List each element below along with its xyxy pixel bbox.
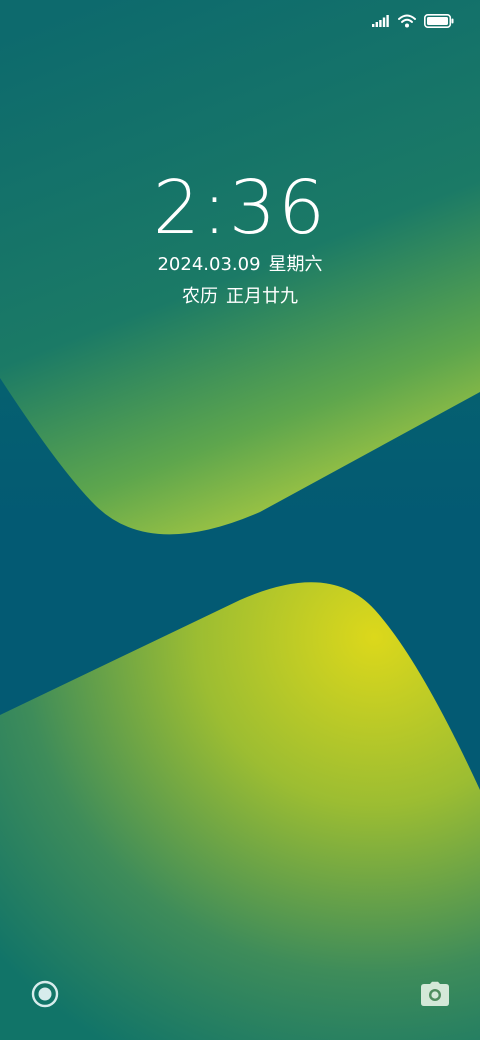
battery-icon	[424, 14, 454, 28]
lunar-date: 正月廿九	[226, 286, 298, 307]
weekday-text: 星期六	[268, 254, 323, 275]
lunar-date-line: 农历 正月廿九	[0, 284, 480, 310]
voice-assistant-button[interactable]	[29, 978, 61, 1010]
camera-icon	[421, 981, 449, 1006]
date-text: 2024.03.09	[157, 254, 261, 275]
lunar-label: 农历	[182, 286, 218, 307]
clock-widget: 2:36 2024.03.09 星期六 农历 正月廿九	[0, 168, 480, 310]
camera-button[interactable]	[419, 978, 451, 1010]
date-line: 2024.03.09 星期六	[0, 252, 480, 278]
wifi-icon	[398, 14, 416, 28]
lock-screen: 2:36 2024.03.09 星期六 农历 正月廿九	[0, 0, 480, 1040]
voice-assistant-icon	[31, 980, 59, 1008]
signal-icon	[372, 15, 389, 27]
clock-time: 2:36	[152, 165, 328, 251]
wallpaper	[0, 0, 480, 1040]
status-bar	[372, 10, 454, 32]
